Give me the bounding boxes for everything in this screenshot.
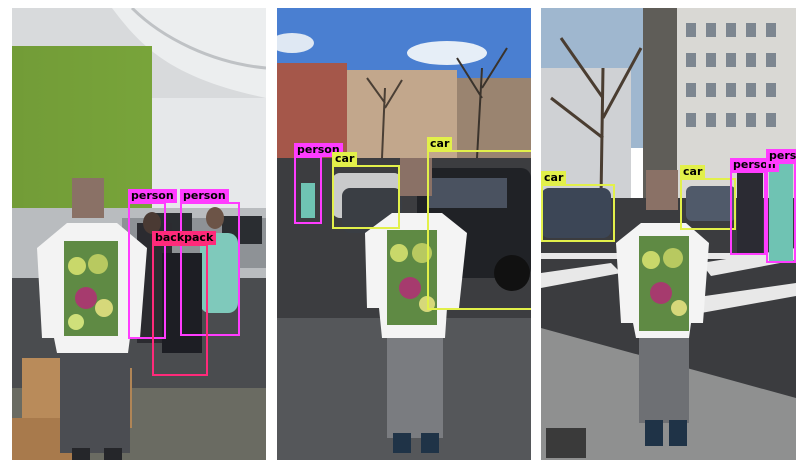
detection-label: person (128, 189, 177, 203)
photo-panel-parking-lot: person car car (277, 8, 531, 460)
detection-box-car: car (332, 152, 400, 229)
detection-box-car: car (427, 137, 531, 310)
detection-label: backpack (152, 231, 217, 245)
detection-label: car (541, 171, 567, 185)
detection-box-person: person (730, 158, 779, 255)
detection-label: car (680, 165, 706, 179)
detection-label: person (766, 149, 796, 163)
detection-label: car (332, 152, 358, 166)
detection-box-person: person (294, 143, 343, 224)
detection-box-backpack: backpack (152, 231, 217, 376)
photo-panel-office: person person backpack (12, 8, 266, 460)
detection-box-car: car (541, 171, 615, 242)
detection-box-person: person (766, 149, 796, 263)
photo-panel-street: car car person person (541, 8, 796, 460)
detection-box-car: car (680, 165, 736, 230)
detection-label: person (180, 189, 229, 203)
detection-label: car (427, 137, 453, 151)
